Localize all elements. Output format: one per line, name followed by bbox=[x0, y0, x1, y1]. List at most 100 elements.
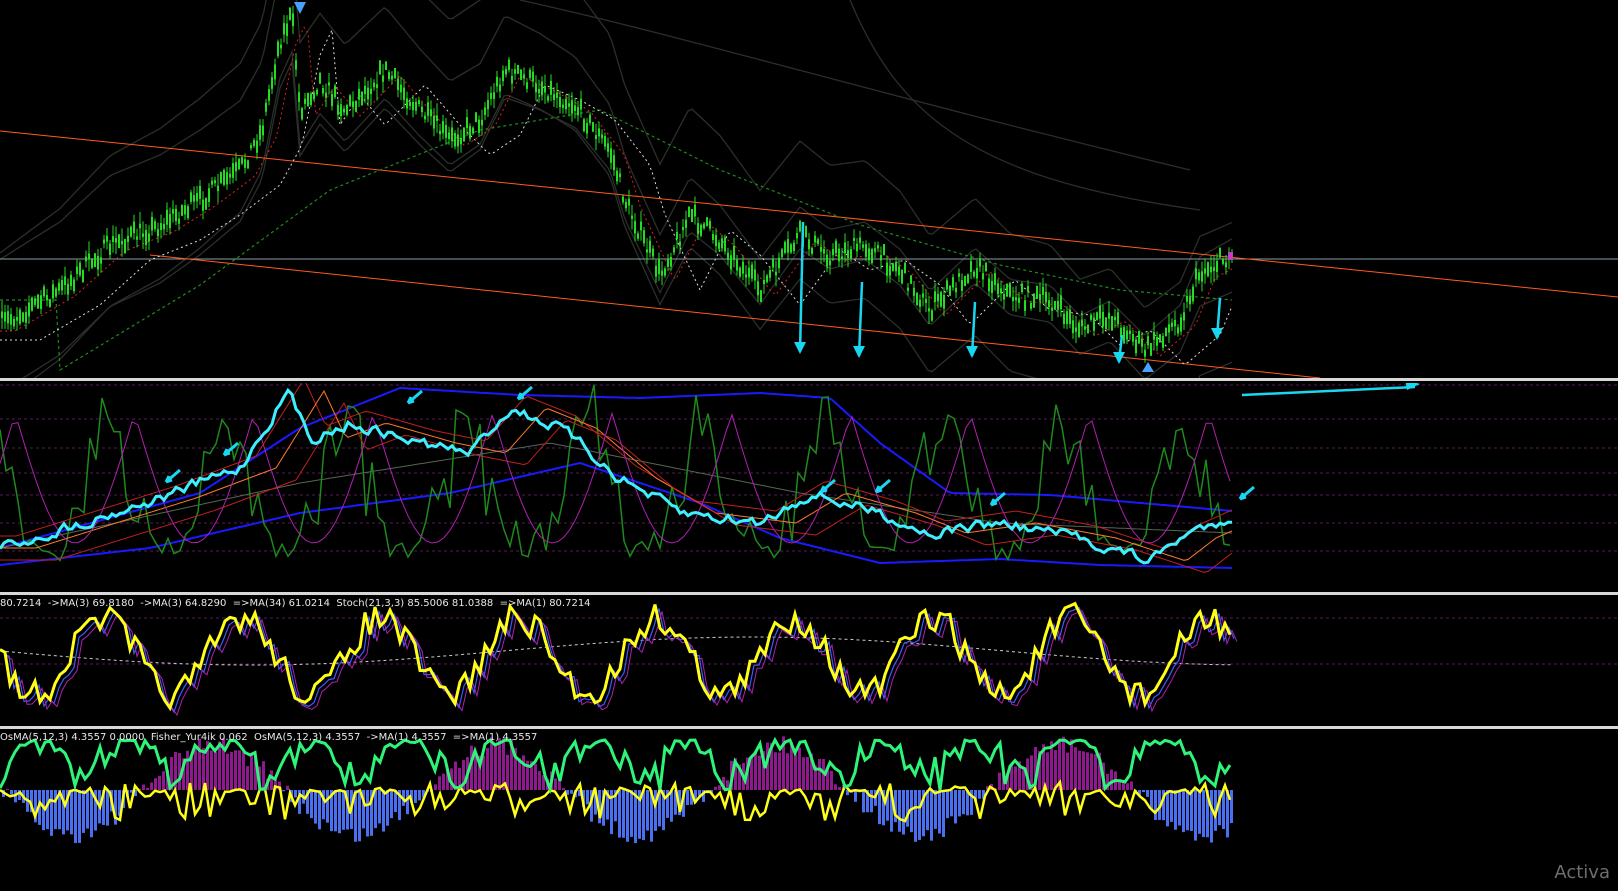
candle-body bbox=[229, 173, 231, 178]
candle-body bbox=[1165, 327, 1167, 337]
candle-body bbox=[172, 209, 174, 214]
candle-body bbox=[49, 299, 51, 307]
price-chart-pane[interactable] bbox=[0, 0, 1618, 378]
candle-body bbox=[673, 247, 675, 253]
histogram-bar-positive bbox=[758, 755, 761, 790]
marker-arrow-icon bbox=[164, 468, 181, 484]
candle-body bbox=[1210, 266, 1212, 273]
histogram-bar-positive bbox=[494, 745, 497, 790]
candle-body bbox=[1177, 327, 1179, 334]
candle-body bbox=[814, 235, 816, 243]
histogram-bar-negative bbox=[642, 790, 645, 841]
candle-body bbox=[493, 92, 495, 99]
stochastic-indicator-pane[interactable]: 80.7214 ->MA(3) 69.8180 ->MA(3) 64.8290 … bbox=[0, 596, 1618, 726]
candle-body bbox=[52, 284, 54, 299]
candle-body bbox=[703, 223, 705, 229]
histogram-bar-positive bbox=[434, 784, 437, 790]
candle-body bbox=[541, 81, 543, 96]
candle-body bbox=[7, 311, 9, 324]
bollinger-band-line bbox=[0, 0, 1233, 308]
candle-body bbox=[1093, 317, 1095, 331]
histogram-bar-negative bbox=[1154, 790, 1157, 821]
histogram-bar-positive bbox=[998, 772, 1001, 790]
candle-body bbox=[691, 209, 693, 223]
candle-body bbox=[31, 297, 33, 311]
candle-body bbox=[1186, 295, 1188, 302]
candle-body bbox=[685, 219, 687, 228]
candle-body bbox=[505, 68, 507, 75]
candle-body bbox=[1138, 330, 1140, 344]
candle-body bbox=[622, 196, 624, 203]
rsi-indicator-chart[interactable] bbox=[0, 383, 1618, 592]
candle-body bbox=[145, 230, 147, 245]
candle-body bbox=[1117, 312, 1119, 325]
candle-body bbox=[991, 281, 993, 293]
histogram-bar-positive bbox=[714, 786, 717, 790]
histogram-bar-positive bbox=[1110, 769, 1113, 790]
histogram-bar-negative bbox=[78, 790, 81, 843]
candle-body bbox=[907, 287, 909, 291]
candle-body bbox=[253, 140, 255, 146]
candle-body bbox=[841, 256, 843, 260]
candle-body bbox=[127, 235, 129, 243]
histogram-bar-negative bbox=[386, 790, 389, 826]
candle-body bbox=[187, 206, 189, 219]
candle-body bbox=[295, 60, 297, 70]
slow-moving-average bbox=[0, 109, 1233, 372]
histogram-bar-positive bbox=[186, 750, 189, 790]
histogram-bar-positive bbox=[522, 755, 525, 790]
candle-body bbox=[451, 127, 453, 141]
histogram-bar-negative bbox=[870, 790, 873, 813]
candle-body bbox=[352, 101, 354, 108]
candle-body bbox=[133, 221, 135, 234]
candle-body bbox=[883, 244, 885, 256]
candle-body bbox=[1057, 300, 1059, 310]
candle-body bbox=[1000, 288, 1002, 294]
stochastic-indicator-chart[interactable] bbox=[0, 596, 1618, 726]
candle-body bbox=[784, 241, 786, 253]
candle-body bbox=[826, 254, 828, 267]
candle-body bbox=[1144, 349, 1146, 357]
candle-body bbox=[976, 267, 978, 279]
price-chart[interactable] bbox=[0, 0, 1618, 378]
histogram-bar-negative bbox=[946, 790, 949, 819]
candle-body bbox=[436, 115, 438, 121]
candle-body bbox=[1048, 300, 1050, 308]
candle-body bbox=[445, 125, 447, 138]
candle-body bbox=[97, 255, 99, 270]
candle-body bbox=[736, 259, 738, 271]
candle-body bbox=[961, 280, 963, 291]
candle-body bbox=[580, 98, 582, 110]
rsi-indicator-pane[interactable] bbox=[0, 383, 1618, 592]
candle-body bbox=[1102, 311, 1104, 327]
pane-separator[interactable] bbox=[0, 378, 1618, 381]
histogram-bar-positive bbox=[146, 787, 149, 790]
candle-body bbox=[667, 258, 669, 267]
candle-body bbox=[208, 188, 210, 202]
osma-indicator-chart[interactable] bbox=[0, 730, 1618, 891]
candle-body bbox=[760, 290, 762, 303]
histogram-bar-negative bbox=[334, 790, 337, 832]
candle-body bbox=[835, 240, 837, 254]
histogram-bar-positive bbox=[1046, 752, 1049, 790]
marker-arrow-icon bbox=[1238, 485, 1255, 501]
histogram-bar-negative bbox=[10, 790, 13, 795]
candle-body bbox=[778, 257, 780, 269]
candle-body bbox=[1216, 261, 1218, 273]
histogram-bar-negative bbox=[898, 790, 901, 832]
candle-body bbox=[406, 98, 408, 109]
histogram-bar-negative bbox=[358, 790, 361, 842]
stoch-long-ma bbox=[0, 636, 1232, 666]
candle-body bbox=[358, 88, 360, 100]
candle-body bbox=[958, 273, 960, 277]
candle-body bbox=[22, 312, 24, 322]
candle-body bbox=[745, 274, 747, 278]
candle-body bbox=[589, 114, 591, 124]
pane-separator[interactable] bbox=[0, 726, 1618, 729]
osma-indicator-pane[interactable]: OsMA(5,12,3) 4.3557 0.0000 Fisher_Yur4ik… bbox=[0, 730, 1618, 891]
trend-arrow-line bbox=[1241, 385, 1416, 397]
pane-separator[interactable] bbox=[0, 592, 1618, 595]
histogram-bar-negative bbox=[854, 790, 857, 802]
histogram-bar-positive bbox=[778, 752, 781, 790]
candle-body bbox=[613, 155, 615, 171]
